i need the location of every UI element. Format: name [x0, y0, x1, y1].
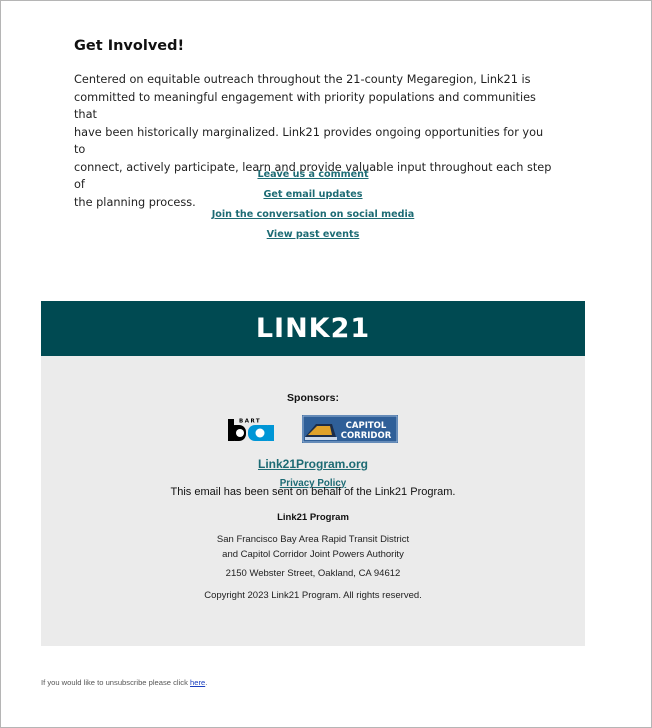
footer: Sponsors: BART CAPITOL CORRIDOR Link21Pr… [41, 356, 585, 646]
site-link-row: Link21Program.org [41, 455, 585, 473]
unsubscribe-text: If you would like to unsubscribe please … [41, 678, 190, 687]
program-name: Link21 Program [277, 512, 349, 523]
unsubscribe-period: . [205, 678, 208, 687]
copyright-text: Copyright 2023 Link21 Program. All right… [204, 590, 422, 601]
unsubscribe-link[interactable]: here [190, 678, 205, 687]
intro-line: committed to meaningful engagement with … [74, 90, 536, 122]
social-media-link[interactable]: Join the conversation on social media [150, 206, 476, 226]
logo-text-left: LIN [255, 313, 309, 344]
logo-text-k: K [308, 313, 331, 344]
bart-logo-text: BART [239, 419, 261, 425]
link21-program-link[interactable]: Link21Program.org [258, 457, 368, 471]
bart-logo-icon: BART [228, 419, 274, 441]
intro-line: have been historically marginalized. Lin… [74, 125, 544, 157]
leave-comment-link[interactable]: Leave us a comment [150, 166, 476, 186]
link21-logo: LIN K 21 [256, 313, 370, 344]
org-names: San Francisco Bay Area Rapid Transit Dis… [41, 532, 585, 562]
org-line: and Capitol Corridor Joint Powers Author… [222, 549, 404, 560]
past-events-link[interactable]: View past events [150, 226, 476, 246]
cc-logo-line1: CAPITOL [346, 421, 387, 431]
sponsors-label: Sponsors: [287, 392, 339, 404]
org-line: San Francisco Bay Area Rapid Transit Dis… [216, 534, 410, 545]
link21-banner: LIN K 21 [41, 301, 585, 356]
unsubscribe-line: If you would like to unsubscribe please … [41, 678, 207, 687]
sponsor-logos: BART CAPITOL CORRIDOR [41, 415, 585, 443]
intro-line: Centered on equitable outreach throughou… [74, 73, 531, 86]
cc-logo-line2: CORRIDOR [341, 431, 392, 441]
engagement-links: Leave us a comment Get email updates Joi… [150, 166, 476, 246]
email-updates-link[interactable]: Get email updates [150, 186, 476, 206]
page-title: Get Involved! [74, 38, 185, 54]
mailing-address: 2150 Webster Street, Oakland, CA 94612 [225, 568, 401, 579]
logo-text-right: 21 [330, 313, 371, 344]
behalf-text: This email has been sent on behalf of th… [170, 486, 456, 498]
capitol-corridor-logo-icon: CAPITOL CORRIDOR [302, 415, 398, 443]
